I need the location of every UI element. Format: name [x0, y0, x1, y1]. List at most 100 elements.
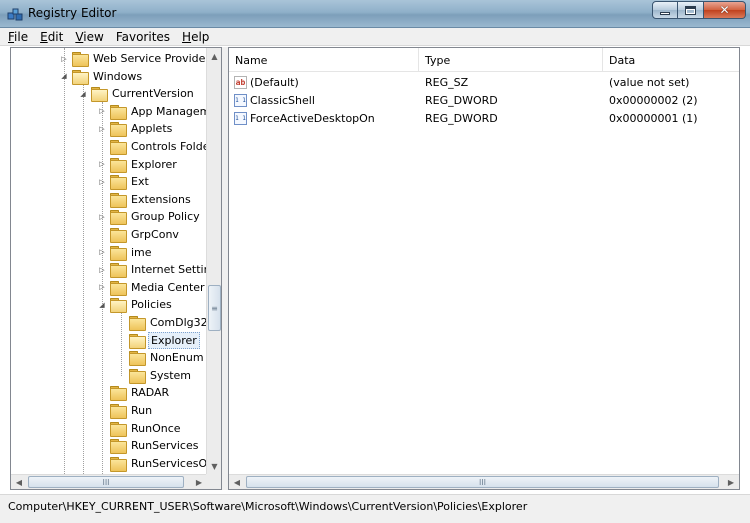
value-type-cell: REG_DWORD	[425, 111, 498, 125]
tree-item[interactable]: RunOnce	[97, 420, 183, 437]
collapse-arrow-icon[interactable]: ◢	[59, 71, 69, 81]
expand-arrow-icon[interactable]: ▷	[97, 265, 107, 275]
tree-item[interactable]: ▷ ime	[97, 244, 154, 261]
menu-favorites[interactable]: Favorites	[116, 30, 170, 44]
value-data-cell: 0x00000002 (2)	[609, 93, 698, 107]
tree-item[interactable]: ▷ Applets	[97, 120, 174, 138]
column-header-data[interactable]: Data	[603, 48, 739, 72]
expand-arrow-icon[interactable]: ▷	[97, 282, 107, 292]
maximize-button[interactable]	[678, 1, 704, 19]
tree-item-label: RunServices	[131, 439, 199, 453]
tree-horizontal-scrollbar[interactable]: ◀ III ▶	[11, 474, 207, 489]
folder-icon	[110, 192, 127, 208]
value-name-cell: 011 110ClassicShell	[229, 93, 419, 107]
value-type-cell: REG_DWORD	[425, 93, 498, 107]
collapse-arrow-icon[interactable]: ◢	[78, 89, 88, 99]
tree-item[interactable]: ◢ CurrentVersion	[78, 85, 196, 103]
tree-item[interactable]: ▷ Web Service Providers	[59, 50, 218, 67]
close-button[interactable]: ✕	[704, 1, 746, 19]
folder-icon	[110, 280, 127, 296]
tree-guide-line	[83, 84, 84, 478]
tree-item[interactable]: RADAR	[97, 384, 171, 402]
value-name: ClassicShell	[250, 93, 315, 107]
tree-item[interactable]: ▷ App Managem	[97, 103, 212, 120]
folder-icon	[110, 122, 127, 138]
folder-icon	[110, 386, 127, 402]
folder-icon	[110, 245, 127, 261]
value-row[interactable]: ab (Default) REG_SZ (value not set)	[229, 73, 739, 91]
tree-item[interactable]: ◢ Policies	[97, 296, 174, 314]
folder-icon	[110, 175, 127, 191]
menu-help[interactable]: Help	[182, 30, 209, 44]
registry-tree-pane[interactable]: ▷ Web Service Providers ◢ Windows ◢ CurrentVe…	[10, 47, 222, 490]
expand-arrow-icon[interactable]: ▷	[59, 54, 69, 64]
value-row[interactable]: 011 110ForceActiveDesktopOn REG_DWORD 0x00…	[229, 109, 739, 127]
expand-arrow-icon[interactable]: ▷	[97, 177, 107, 187]
tree-item[interactable]: ▷ Media Center	[97, 279, 207, 296]
column-header-type[interactable]: Type	[419, 48, 603, 72]
tree-item[interactable]: GrpConv	[97, 226, 181, 243]
tree-item-label: ComDlg32	[150, 316, 208, 329]
folder-icon	[129, 368, 146, 384]
scroll-left-arrow-icon[interactable]: ◀	[229, 475, 245, 489]
tree-item[interactable]: ComDlg32	[116, 314, 210, 331]
folder-icon	[110, 263, 127, 279]
values-list-pane[interactable]: Name Type Data ab (Default) REG_SZ (value n…	[228, 47, 740, 490]
value-name-cell: 011 110ForceActiveDesktopOn	[229, 111, 419, 125]
tree-item[interactable]: ▷ Explorer	[97, 156, 179, 173]
expand-arrow-icon[interactable]: ▷	[97, 106, 107, 116]
tree-item[interactable]: Controls Folde	[97, 138, 211, 155]
scroll-right-arrow-icon[interactable]: ▶	[191, 475, 207, 489]
dword-value-icon: 011 110	[234, 111, 247, 125]
tree-item[interactable]: Extensions	[97, 191, 193, 208]
expand-arrow-icon[interactable]: ▷	[97, 247, 107, 257]
value-data-cell: (value not set)	[609, 75, 690, 89]
tree-item[interactable]: ▷ Group Policy	[97, 208, 202, 226]
expand-arrow-icon[interactable]: ▷	[97, 124, 107, 134]
scroll-thumb[interactable]: ≡	[208, 285, 221, 331]
tree-item[interactable]: Run	[97, 402, 154, 419]
tree-item-label: Run	[131, 404, 153, 417]
tree-item-label: RADAR	[131, 386, 170, 400]
tree-item-label: ime	[131, 245, 152, 259]
scroll-up-arrow-icon[interactable]: ▲	[207, 48, 221, 64]
minimize-button[interactable]	[652, 1, 678, 19]
menu-file[interactable]: File	[8, 30, 28, 44]
tree-item-label: Group Policy	[131, 210, 200, 224]
menu-edit[interactable]: Edit	[40, 30, 63, 44]
title-bar[interactable]: Registry Editor ✕	[0, 0, 750, 28]
tree-item[interactable]: NonEnum	[116, 349, 206, 367]
menu-view[interactable]: View	[75, 30, 103, 44]
tree-item[interactable]: System	[116, 367, 193, 384]
value-name-cell: ab (Default)	[229, 75, 419, 89]
scroll-right-arrow-icon[interactable]: ▶	[723, 475, 739, 489]
folder-icon	[110, 404, 127, 419]
scroll-thumb[interactable]: III	[246, 476, 719, 488]
tree-vertical-scrollbar[interactable]: ▲ ≡ ▼	[206, 48, 221, 474]
folder-open-icon	[110, 298, 127, 314]
value-row[interactable]: 011 110ClassicShell REG_DWORD 0x00000002 (…	[229, 91, 739, 109]
list-horizontal-scrollbar[interactable]: ◀ III ▶	[229, 474, 739, 489]
tree-item-label: Internet Settin	[131, 263, 211, 277]
tree-item-label: RunServicesOr	[131, 456, 212, 470]
scroll-down-arrow-icon[interactable]: ▼	[207, 458, 221, 474]
expand-arrow-icon[interactable]: ▷	[97, 212, 107, 222]
tree-item[interactable]: RunServices	[97, 437, 200, 455]
tree-view: ▷ Web Service Providers ◢ Windows ◢ CurrentVe…	[11, 48, 216, 478]
tree-item[interactable]: RunServicesOr	[97, 455, 214, 472]
expand-arrow-icon[interactable]: ▷	[97, 159, 107, 169]
collapse-arrow-icon[interactable]: ◢	[97, 300, 107, 310]
tree-item[interactable]: ◢ Windows	[59, 68, 144, 85]
close-icon: ✕	[719, 3, 730, 17]
folder-open-icon	[129, 333, 146, 349]
scroll-thumb[interactable]: III	[28, 476, 184, 488]
scroll-left-arrow-icon[interactable]: ◀	[11, 475, 27, 489]
column-header-name[interactable]: Name	[229, 48, 419, 72]
tree-item[interactable]: Explorer	[116, 331, 200, 349]
dword-value-icon: 011 110	[234, 93, 247, 107]
tree-item[interactable]: ▷ Ext	[97, 173, 151, 191]
tree-item[interactable]: ▷ Internet Settin	[97, 261, 213, 279]
value-name: (Default)	[250, 75, 299, 89]
tree-item-label: Ext	[131, 175, 149, 189]
folder-icon	[110, 439, 127, 455]
